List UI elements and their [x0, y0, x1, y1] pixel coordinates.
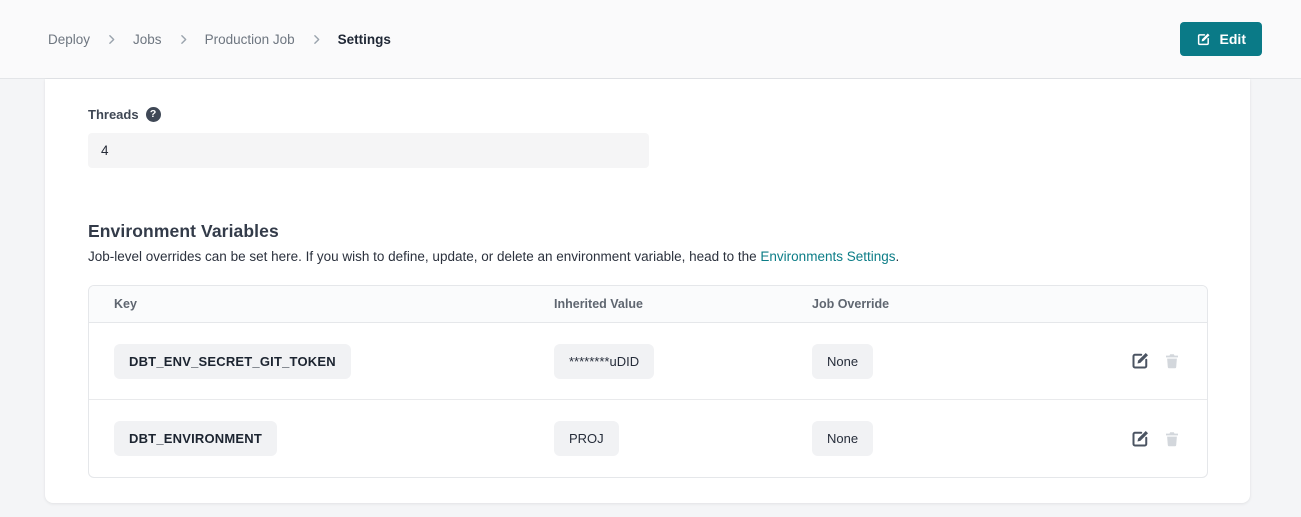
settings-panel: Threads ? Environment Variables Job-leve…: [45, 79, 1250, 503]
trash-icon: [1163, 430, 1181, 448]
top-bar: Deploy Jobs Production Job Settings Edit: [0, 0, 1301, 79]
environment-variables-description: Job-level overrides can be set here. If …: [88, 249, 1250, 264]
breadcrumb-item-settings: Settings: [338, 32, 391, 47]
description-text: Job-level overrides can be set here. If …: [88, 249, 760, 264]
env-var-job-override: None: [812, 344, 873, 379]
breadcrumb-item-deploy[interactable]: Deploy: [48, 32, 90, 47]
table-row: DBT_ENVIRONMENT PROJ None: [89, 399, 1207, 477]
trash-icon: [1163, 352, 1181, 370]
edit-pencil-icon: [1130, 351, 1150, 371]
edit-row-button[interactable]: [1130, 351, 1150, 371]
column-header-key: Key: [89, 297, 529, 311]
chevron-right-icon: [177, 33, 190, 46]
edit-pencil-icon: [1196, 32, 1211, 47]
env-var-inherited-value: ********uDID: [554, 344, 654, 379]
environment-variables-title: Environment Variables: [88, 221, 1250, 242]
env-var-inherited-value: PROJ: [554, 421, 619, 456]
table-header-row: Key Inherited Value Job Override: [89, 286, 1207, 323]
help-icon[interactable]: ?: [146, 107, 161, 122]
delete-row-button[interactable]: [1163, 352, 1181, 370]
edit-row-button[interactable]: [1130, 429, 1150, 449]
edit-pencil-icon: [1130, 429, 1150, 449]
env-var-key: DBT_ENV_SECRET_GIT_TOKEN: [114, 344, 351, 379]
chevron-right-icon: [310, 33, 323, 46]
environment-variables-section: Environment Variables Job-level override…: [88, 221, 1250, 478]
delete-row-button[interactable]: [1163, 430, 1181, 448]
threads-input[interactable]: [88, 133, 649, 168]
env-var-key: DBT_ENVIRONMENT: [114, 421, 277, 456]
breadcrumb-item-production-job[interactable]: Production Job: [205, 32, 295, 47]
edit-button-label: Edit: [1220, 31, 1246, 47]
column-header-job-override: Job Override: [787, 297, 1207, 311]
edit-button[interactable]: Edit: [1180, 22, 1262, 56]
description-period: .: [896, 249, 900, 264]
breadcrumb-item-jobs[interactable]: Jobs: [133, 32, 162, 47]
env-var-job-override: None: [812, 421, 873, 456]
environment-variables-table: Key Inherited Value Job Override DBT_ENV…: [88, 285, 1208, 478]
table-row: DBT_ENV_SECRET_GIT_TOKEN ********uDID No…: [89, 323, 1207, 399]
threads-label: Threads: [88, 107, 139, 122]
column-header-inherited-value: Inherited Value: [529, 297, 787, 311]
chevron-right-icon: [105, 33, 118, 46]
breadcrumb: Deploy Jobs Production Job Settings: [48, 32, 391, 47]
environments-settings-link[interactable]: Environments Settings: [760, 249, 895, 264]
